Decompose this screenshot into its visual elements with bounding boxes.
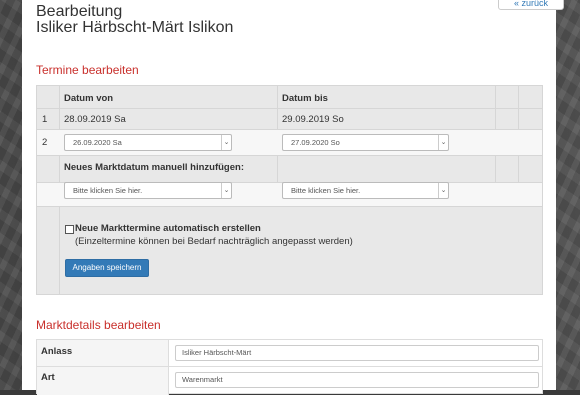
row-number: 1	[42, 114, 48, 125]
row-number: 2	[42, 137, 48, 148]
auto-create-note: (Einzeltermine können bei Bedarf nachträ…	[75, 236, 353, 247]
add-date-to-placeholder: Bitte klicken Sie hier.	[291, 186, 361, 195]
anlass-input[interactable]: Isliker Härbscht-Märt	[175, 345, 539, 361]
date-to-select[interactable]: 27.09.2020 So ⌄	[282, 134, 449, 151]
add-date-from-select[interactable]: Bitte klicken Sie hier. ⌄	[64, 182, 232, 199]
chevron-down-icon: ⌄	[221, 135, 231, 150]
art-input[interactable]: Warenmarkt	[175, 372, 539, 388]
col-header-to: Datum bis	[282, 93, 328, 104]
save-button[interactable]: Angaben speichern	[65, 259, 149, 277]
auto-create-label: Neue Markttermine automatisch erstellen	[75, 223, 261, 234]
date-to-value: 29.09.2019 So	[282, 114, 344, 125]
termine-section-title: Termine bearbeiten	[36, 63, 139, 77]
chevron-down-icon: ⌄	[221, 183, 231, 198]
termine-table: Datum von Datum bis 1 28.09.2019 Sa 29.0…	[36, 85, 543, 295]
add-date-label: Neues Marktdatum manuell hinzufügen:	[64, 162, 244, 173]
add-date-from-placeholder: Bitte klicken Sie hier.	[73, 186, 143, 195]
main-panel: « zurück Bearbeitung Isliker Härbscht-Mä…	[22, 0, 564, 395]
page-subtitle: Isliker Härbscht-Märt Islikon	[36, 19, 234, 36]
date-from-select-value: 26.09.2020 Sa	[73, 138, 122, 147]
auto-create-checkbox[interactable]	[65, 225, 74, 234]
col-header-from: Datum von	[64, 93, 114, 104]
date-to-select-value: 27.09.2020 So	[291, 138, 340, 147]
chevron-down-icon: ⌄	[438, 183, 448, 198]
date-from-value: 28.09.2019 Sa	[64, 114, 126, 125]
date-from-select[interactable]: 26.09.2020 Sa ⌄	[64, 134, 232, 151]
details-label-anlass: Anlass	[37, 340, 169, 366]
details-section-title: Marktdetails bearbeiten	[36, 318, 161, 332]
add-date-to-select[interactable]: Bitte klicken Sie hier. ⌄	[282, 182, 449, 199]
details-table: Anlass Isliker Härbscht-Märt Art Warenma…	[36, 339, 543, 395]
details-label-art: Art	[37, 367, 169, 395]
back-button[interactable]: « zurück	[498, 0, 564, 10]
chevron-down-icon: ⌄	[438, 135, 448, 150]
